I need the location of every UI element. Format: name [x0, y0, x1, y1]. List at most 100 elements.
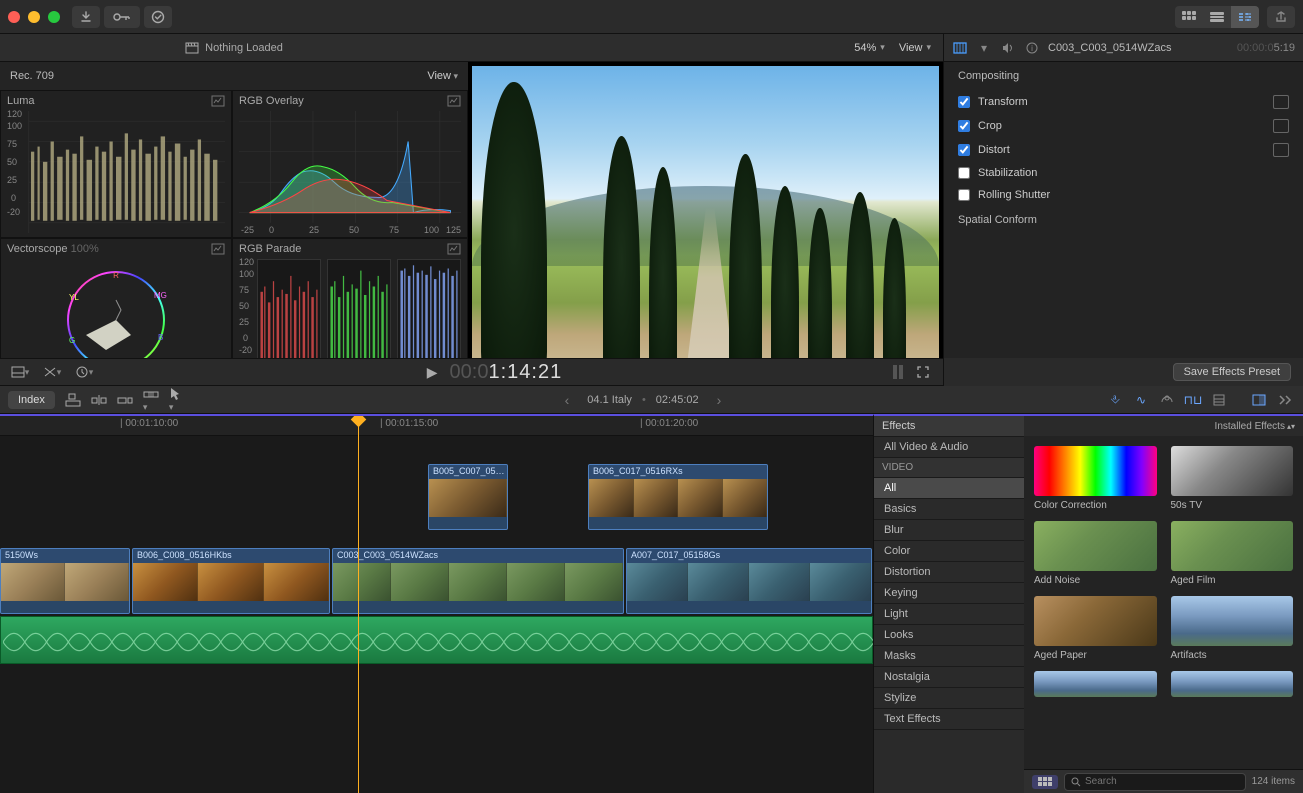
effects-header: Effects	[874, 416, 1024, 437]
scope-settings-icon[interactable]	[211, 95, 225, 107]
category-masks[interactable]: Masks	[874, 646, 1024, 667]
category-distortion[interactable]: Distortion	[874, 562, 1024, 583]
inspector-layout-button[interactable]	[1231, 6, 1259, 28]
clapperboard-icon	[185, 42, 199, 54]
timeline-index-toggle[interactable]	[1275, 391, 1295, 409]
audio-track[interactable]	[0, 616, 873, 664]
retime-tool[interactable]	[72, 362, 96, 382]
category-looks[interactable]: Looks	[874, 625, 1024, 646]
timeline-clip[interactable]: B005_C007_05…	[428, 464, 508, 530]
solo-toggle[interactable]	[1157, 391, 1177, 409]
effect-50s-tv[interactable]: 50s TV	[1171, 446, 1294, 511]
zoom-dropdown[interactable]: 54%	[854, 42, 885, 54]
inspector-checkbox[interactable]	[958, 167, 970, 179]
effect-aged-film[interactable]: Aged Film	[1171, 521, 1294, 586]
category-nostalgia[interactable]: Nostalgia	[874, 667, 1024, 688]
reset-button[interactable]	[1273, 119, 1289, 133]
timeline-clip[interactable]: 5150Ws	[0, 548, 130, 614]
skimming-toggle[interactable]: ⎀	[1105, 391, 1125, 409]
select-tool[interactable]	[169, 387, 181, 413]
category-blur[interactable]: Blur	[874, 520, 1024, 541]
audio-inspector-tab[interactable]	[1000, 40, 1016, 56]
category-keying[interactable]: Keying	[874, 583, 1024, 604]
effect-artifacts[interactable]: Artifacts	[1171, 596, 1294, 661]
category-basics[interactable]: Basics	[874, 499, 1024, 520]
background-tasks-button[interactable]	[144, 6, 172, 28]
effect-partial[interactable]	[1034, 671, 1157, 701]
reset-button[interactable]	[1273, 95, 1289, 109]
svg-text:G: G	[69, 336, 75, 345]
inspector-checkbox[interactable]	[958, 96, 970, 108]
timeline-history-back[interactable]: ‹	[557, 392, 578, 408]
inspector-row-rolling-shutter[interactable]: Rolling Shutter	[944, 184, 1303, 206]
fullscreen-button[interactable]	[911, 362, 935, 382]
maximize-window[interactable]	[48, 11, 60, 23]
save-effects-preset-button[interactable]: Save Effects Preset	[1173, 363, 1291, 381]
snapping-toggle[interactable]: ⊓⊔	[1183, 391, 1203, 409]
timeline-clip[interactable]: B006_C017_0516RXs	[588, 464, 768, 530]
effects-search[interactable]	[1064, 773, 1246, 791]
effect-add-noise[interactable]: Add Noise	[1034, 521, 1157, 586]
effects-browser-toggle[interactable]	[1249, 391, 1269, 409]
category-stylize[interactable]: Stylize	[874, 688, 1024, 709]
scope-settings-icon[interactable]	[447, 95, 461, 107]
timeline-layout-button[interactable]	[1203, 6, 1231, 28]
timeline-clip[interactable]: C003_C003_0514WZacs	[332, 548, 624, 614]
effects-search-input[interactable]	[1085, 776, 1239, 787]
viewer: 54% View	[468, 34, 943, 386]
category-color[interactable]: Color	[874, 541, 1024, 562]
scope-settings-icon[interactable]	[211, 243, 225, 255]
inspector-checkbox[interactable]	[958, 120, 970, 132]
effect-color-correction[interactable]: Color Correction	[1034, 446, 1157, 511]
inspector-row-transform[interactable]: Transform	[944, 90, 1303, 114]
close-window[interactable]	[8, 11, 20, 23]
share-button[interactable]	[1267, 6, 1295, 28]
inspector-checkbox[interactable]	[958, 189, 970, 201]
insert-clip-tool[interactable]	[91, 393, 107, 407]
info-inspector-tab[interactable]: i	[1024, 40, 1040, 56]
timeline[interactable]: | 00:01:10:00| 00:01:15:00| 00:01:20:00 …	[0, 414, 873, 793]
inspector-row-stabilization[interactable]: Stabilization	[944, 162, 1303, 184]
clip-display-button[interactable]	[1209, 391, 1229, 409]
color-space-label: Rec. 709	[10, 70, 54, 82]
video-inspector-tab[interactable]	[952, 40, 968, 56]
view-dropdown[interactable]: View	[899, 42, 931, 54]
append-clip-tool[interactable]	[117, 393, 133, 407]
installed-effects-dropdown[interactable]: Installed Effects▴▾	[1215, 421, 1295, 432]
timeline-index-button[interactable]: Index	[8, 391, 55, 409]
viewer-frame[interactable]	[472, 66, 939, 382]
luma-scope[interactable]: Luma 120 100 75 50 25 0 -	[0, 90, 232, 238]
playhead[interactable]	[358, 416, 359, 793]
inspector-row-distort[interactable]: Distort	[944, 138, 1303, 162]
generator-inspector-tab[interactable]: ▾	[976, 40, 992, 56]
scope-settings-icon[interactable]	[447, 243, 461, 255]
keyword-button[interactable]	[104, 6, 140, 28]
timeline-ruler[interactable]: | 00:01:10:00| 00:01:15:00| 00:01:20:00	[0, 416, 873, 436]
timeline-clip[interactable]: B006_C008_0516HKbs	[132, 548, 330, 614]
timeline-clip[interactable]: A007_C017_05158Gs	[626, 548, 872, 614]
category-text-effects[interactable]: Text Effects	[874, 709, 1024, 730]
import-button[interactable]	[72, 6, 100, 28]
effects-grid-view-button[interactable]	[1032, 775, 1058, 789]
timeline-history-fwd[interactable]: ›	[709, 392, 730, 408]
category-all[interactable]: All	[874, 478, 1024, 499]
category-light[interactable]: Light	[874, 604, 1024, 625]
connect-clip-tool[interactable]	[65, 393, 81, 407]
reset-button[interactable]	[1273, 143, 1289, 157]
play-icon[interactable]: ▶	[427, 364, 438, 381]
audio-meter-icon[interactable]	[893, 365, 903, 379]
effect-partial[interactable]	[1171, 671, 1294, 701]
inspector-checkbox[interactable]	[958, 144, 970, 156]
category-all-video-audio[interactable]: All Video & Audio	[874, 437, 1024, 458]
browser-layout-button[interactable]	[1175, 6, 1203, 28]
clip-label: A007_C017_05158Gs	[627, 549, 871, 563]
inspector-row-crop[interactable]: Crop	[944, 114, 1303, 138]
audio-skimming-toggle[interactable]: ∿	[1131, 391, 1151, 409]
overwrite-clip-tool[interactable]	[143, 387, 159, 413]
scopes-view-dropdown[interactable]: View	[427, 70, 458, 82]
effects-tool[interactable]	[40, 362, 64, 382]
clip-appearance-tool[interactable]	[8, 362, 32, 382]
effect-aged-paper[interactable]: Aged Paper	[1034, 596, 1157, 661]
minimize-window[interactable]	[28, 11, 40, 23]
rgb-overlay-scope[interactable]: RGB Overlay -25 0 25 50 75 100	[232, 90, 468, 238]
